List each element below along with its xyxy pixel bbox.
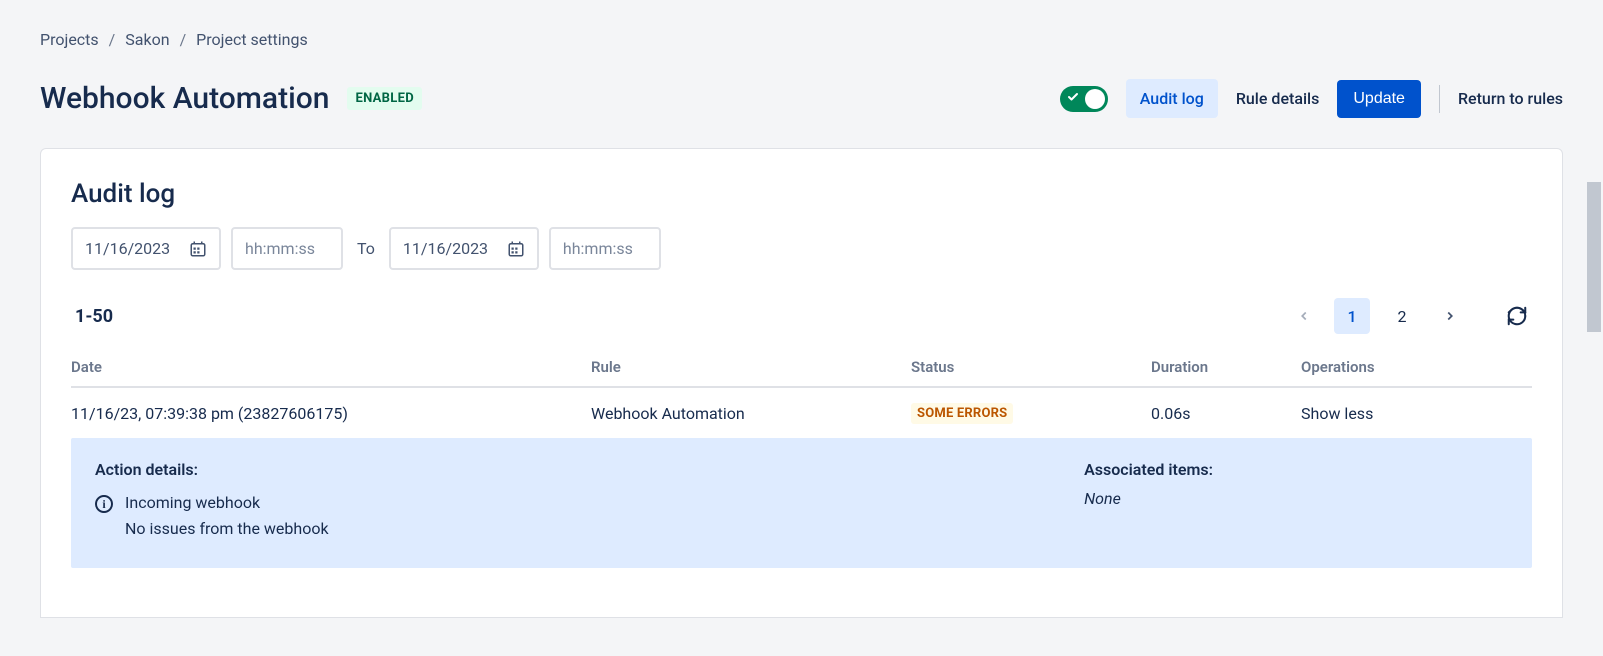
audit-log-card: Audit log 11/16/2023 hh:mm:ss To 11/16/2…: [40, 148, 1563, 618]
page-2[interactable]: 2: [1384, 298, 1420, 334]
toggle-knob: [1085, 89, 1105, 109]
update-button[interactable]: Update: [1337, 80, 1421, 118]
table-row[interactable]: 11/16/23, 07:39:38 pm (23827606175) Webh…: [71, 388, 1532, 438]
to-date-value: 11/16/2023: [403, 239, 488, 258]
action-detail-subline: No issues from the webhook: [125, 519, 1013, 538]
results-range: 1-50: [75, 306, 113, 327]
cell-date: 11/16/23, 07:39:38 pm (23827606175): [71, 404, 591, 423]
action-details-panel: Action details: i Incoming webhook No is…: [71, 438, 1532, 568]
cell-duration: 0.06s: [1151, 404, 1285, 423]
calendar-icon: [189, 240, 207, 258]
calendar-icon: [507, 240, 525, 258]
audit-log-tab[interactable]: Audit log: [1126, 79, 1218, 118]
to-time-placeholder: hh:mm:ss: [563, 239, 633, 258]
enable-toggle[interactable]: [1060, 86, 1108, 112]
status-badge-enabled: ENABLED: [347, 87, 422, 110]
cell-status: SOME ERRORS: [911, 402, 1151, 424]
card-title: Audit log: [71, 179, 1532, 209]
to-time-input[interactable]: hh:mm:ss: [549, 227, 661, 270]
to-date-input[interactable]: 11/16/2023: [389, 227, 539, 270]
check-icon: [1067, 91, 1079, 105]
cell-rule: Webhook Automation: [591, 404, 911, 423]
divider: [1439, 85, 1440, 113]
associated-items-title: Associated items:: [1084, 460, 1508, 479]
page-1[interactable]: 1: [1334, 298, 1370, 334]
refresh-icon[interactable]: [1506, 305, 1528, 327]
status-chip-some-errors: SOME ERRORS: [911, 403, 1013, 424]
chevron-left-icon: [1297, 309, 1311, 323]
chevron-right-icon: [1443, 309, 1457, 323]
breadcrumb-sep: /: [109, 30, 116, 49]
next-page-button[interactable]: [1434, 300, 1466, 332]
from-date-input[interactable]: 11/16/2023: [71, 227, 221, 270]
col-status: Status: [911, 358, 1151, 376]
date-filter-row: 11/16/2023 hh:mm:ss To 11/16/2023 hh:mm:…: [71, 227, 1532, 270]
from-date-value: 11/16/2023: [85, 239, 170, 258]
scroll-thumb[interactable]: [1587, 182, 1601, 332]
breadcrumb-settings[interactable]: Project settings: [196, 30, 308, 49]
action-detail-line: Incoming webhook: [125, 493, 260, 512]
breadcrumb-projects[interactable]: Projects: [40, 30, 99, 49]
col-duration: Duration: [1151, 358, 1285, 376]
breadcrumb-sep: /: [180, 30, 187, 49]
return-to-rules-link[interactable]: Return to rules: [1458, 89, 1563, 108]
show-less-toggle[interactable]: Show less: [1301, 404, 1373, 423]
from-time-input[interactable]: hh:mm:ss: [231, 227, 343, 270]
col-rule: Rule: [591, 358, 911, 376]
table-header: Date Rule Status Duration Operations: [71, 348, 1532, 388]
rule-details-tab[interactable]: Rule details: [1236, 89, 1320, 108]
page-title: Webhook Automation: [40, 81, 329, 116]
associated-items-value: None: [1084, 489, 1508, 508]
from-time-placeholder: hh:mm:ss: [245, 239, 315, 258]
action-details-title: Action details:: [95, 460, 1013, 479]
col-operations: Operations: [1285, 358, 1532, 376]
breadcrumb-sakon[interactable]: Sakon: [125, 30, 169, 49]
col-date: Date: [71, 358, 591, 376]
prev-page-button[interactable]: [1288, 300, 1320, 332]
scrollbar[interactable]: [1585, 182, 1603, 656]
info-icon: i: [95, 495, 113, 513]
to-label: To: [353, 239, 379, 258]
breadcrumb: Projects / Sakon / Project settings: [40, 0, 1563, 69]
cell-operations: Show less: [1285, 404, 1532, 423]
